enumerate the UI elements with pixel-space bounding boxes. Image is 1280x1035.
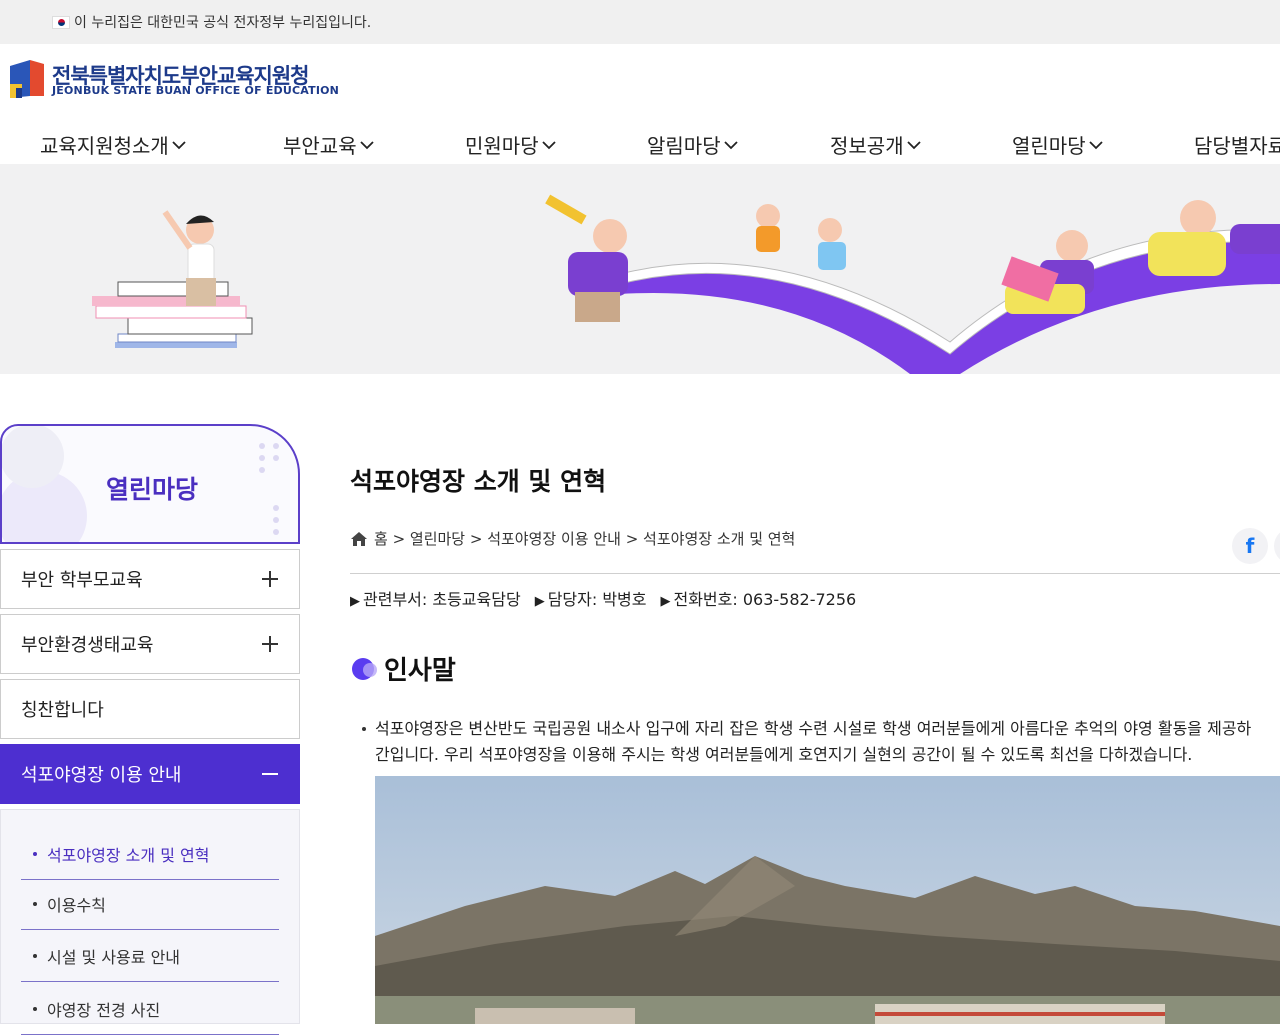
gnb-item-open[interactable]: 열린마당 — [1012, 130, 1104, 159]
sidebar-item-eco-edu[interactable]: 부안환경생태교육 — [0, 614, 300, 674]
section-title: 인사말 — [350, 650, 456, 687]
chevron-down-icon — [541, 140, 556, 149]
triangle-right-icon: ▶ — [350, 594, 360, 609]
manager-item: ▶ 담당자: 박병호 — [535, 586, 647, 610]
triangle-right-icon: ▶ — [660, 594, 671, 609]
sidebar-item-label: 부안 학부모교육 — [21, 570, 143, 591]
home-icon[interactable] — [350, 531, 368, 547]
section-bullet-icon — [352, 657, 377, 680]
bullet-icon — [33, 901, 37, 906]
chevron-down-icon — [172, 140, 186, 149]
facebook-share-button[interactable]: f — [1232, 528, 1268, 564]
breadcrumb: 홈 > 열린마당 > 석포야영장 이용 안내 > 석포야영장 소개 및 연혁 — [350, 528, 795, 549]
manager-label: 담당자: 박병호 — [547, 590, 647, 609]
plus-icon — [262, 571, 278, 587]
submenu-item-label: 야영장 전경 사진 — [47, 1000, 161, 1020]
chevron-down-icon — [723, 140, 738, 149]
divider — [350, 573, 1280, 574]
submenu-item-facility[interactable]: 시설 및 사용료 안내 — [21, 930, 279, 982]
header: 전북특별자치도부안교육지원청 JEONBUK STATE BUAN OFFICE… — [0, 44, 1280, 110]
gnb-item-label: 알림마당 — [647, 134, 721, 158]
chevron-down-icon — [906, 140, 921, 149]
sidebar-item-label: 부안환경생태교육 — [21, 635, 154, 656]
campsite-photo-image — [375, 776, 1280, 1024]
gnb-item-intro[interactable]: 교육지원청소개 — [40, 130, 187, 159]
sub-visual-banner — [0, 164, 1280, 374]
gnb-item-civil[interactable]: 민원마당 — [465, 130, 557, 159]
gov-notice-text[interactable]: 이 누리집은 대한민국 공식 전자정부 누리집입니다. — [74, 12, 371, 32]
dept-item: ▶ 관련부서: 초등교육담당 — [350, 586, 521, 610]
facebook-icon: f — [1245, 534, 1255, 558]
phone-label: 전화번호: 063-582-7256 — [673, 590, 857, 609]
dept-info: ▶ 관련부서: 초등교육담당 ▶ 담당자: 박병호 ▶ 전화번호: 063-582-7… — [350, 586, 856, 610]
gnb-item-info[interactable]: 정보공개 — [830, 130, 922, 159]
gnb-item-data[interactable]: 담당별자료 — [1194, 130, 1280, 159]
gnb-item-label: 부안교육 — [283, 134, 357, 158]
logo-subtitle: JEONBUK STATE BUAN OFFICE OF EDUCATION — [52, 84, 340, 97]
bullet-icon — [362, 727, 366, 731]
section-title-text: 인사말 — [384, 656, 456, 686]
gov-notice-bar: 이 누리집은 대한민국 공식 전자정부 누리집입니다. — [0, 0, 1280, 44]
gnb-item-buan-edu[interactable]: 부안교육 — [283, 130, 375, 159]
gnb-item-label: 열린마당 — [1012, 134, 1086, 158]
submenu-item-photos[interactable]: 야영장 전경 사진 — [21, 983, 279, 1035]
global-navigation: 교육지원청소개 부안교육 민원마당 알림마당 정보공개 열린마당 담당별자료 — [0, 110, 1280, 164]
greeting-line-1: 석포야영장은 변산반도 국립공원 내소사 입구에 자리 잡은 학생 수련 시설로… — [375, 719, 1252, 738]
dept-label: 관련부서: 초등교육담당 — [363, 590, 521, 609]
gnb-item-label: 민원마당 — [465, 134, 539, 158]
sidebar-item-label: 칭찬합니다 — [21, 700, 104, 721]
sidebar-item-camp[interactable]: 석포야영장 이용 안내 — [0, 744, 300, 804]
korea-flag-icon — [52, 15, 70, 29]
banner-illustration — [92, 194, 1280, 374]
sidebar-title: 열린마당 — [105, 475, 198, 504]
submenu-item-rules[interactable]: 이용수칙 — [21, 878, 279, 930]
phone-item: ▶ 전화번호: 063-582-7256 — [660, 586, 856, 610]
triangle-right-icon: ▶ — [534, 594, 545, 609]
chevron-down-icon — [359, 140, 374, 149]
bullet-icon — [33, 851, 37, 856]
gnb-item-label: 교육지원청소개 — [40, 134, 169, 158]
sidebar-item-parent-edu[interactable]: 부안 학부모교육 — [0, 549, 300, 609]
submenu-item-label: 석포야영장 소개 및 연혁 — [47, 845, 210, 865]
minus-icon — [262, 773, 278, 775]
submenu-item-intro[interactable]: 석포야영장 소개 및 연혁 — [21, 828, 279, 880]
chevron-down-icon — [1088, 140, 1103, 149]
campsite-photo — [375, 776, 1280, 1024]
greeting-paragraph: 석포야영장은 변산반도 국립공원 내소사 입구에 자리 잡은 학생 수련 시설로… — [362, 716, 1280, 768]
gnb-item-label: 정보공개 — [830, 134, 904, 158]
submenu-item-label: 이용수칙 — [47, 895, 106, 915]
bullet-icon — [33, 953, 37, 958]
sidebar-submenu: 석포야영장 소개 및 연혁 이용수칙 시설 및 사용료 안내 야영장 전경 사진 — [0, 809, 300, 1035]
breadcrumb-text[interactable]: 홈 > 열린마당 > 석포야영장 이용 안내 > 석포야영장 소개 및 연혁 — [374, 528, 795, 549]
sidebar-item-praise[interactable]: 칭찬합니다 — [0, 679, 300, 739]
gnb-item-notice[interactable]: 알림마당 — [647, 130, 739, 159]
logo-mark-icon[interactable] — [8, 58, 46, 100]
submenu-item-label: 시설 및 사용료 안내 — [47, 947, 181, 967]
page-title: 석포야영장 소개 및 연혁 — [350, 467, 607, 496]
plus-icon — [262, 636, 278, 652]
sidebar-title-box: 열린마당 — [0, 424, 300, 544]
greeting-line-2: 간입니다. 우리 석포야영장을 이용해 주시는 학생 여러분들에게 호연지기 실… — [375, 745, 1193, 764]
share-button[interactable] — [1274, 528, 1280, 564]
sidebar-item-label: 석포야영장 이용 안내 — [21, 765, 182, 786]
bullet-icon — [33, 1006, 37, 1011]
gnb-item-label: 담당별자료 — [1194, 134, 1280, 158]
